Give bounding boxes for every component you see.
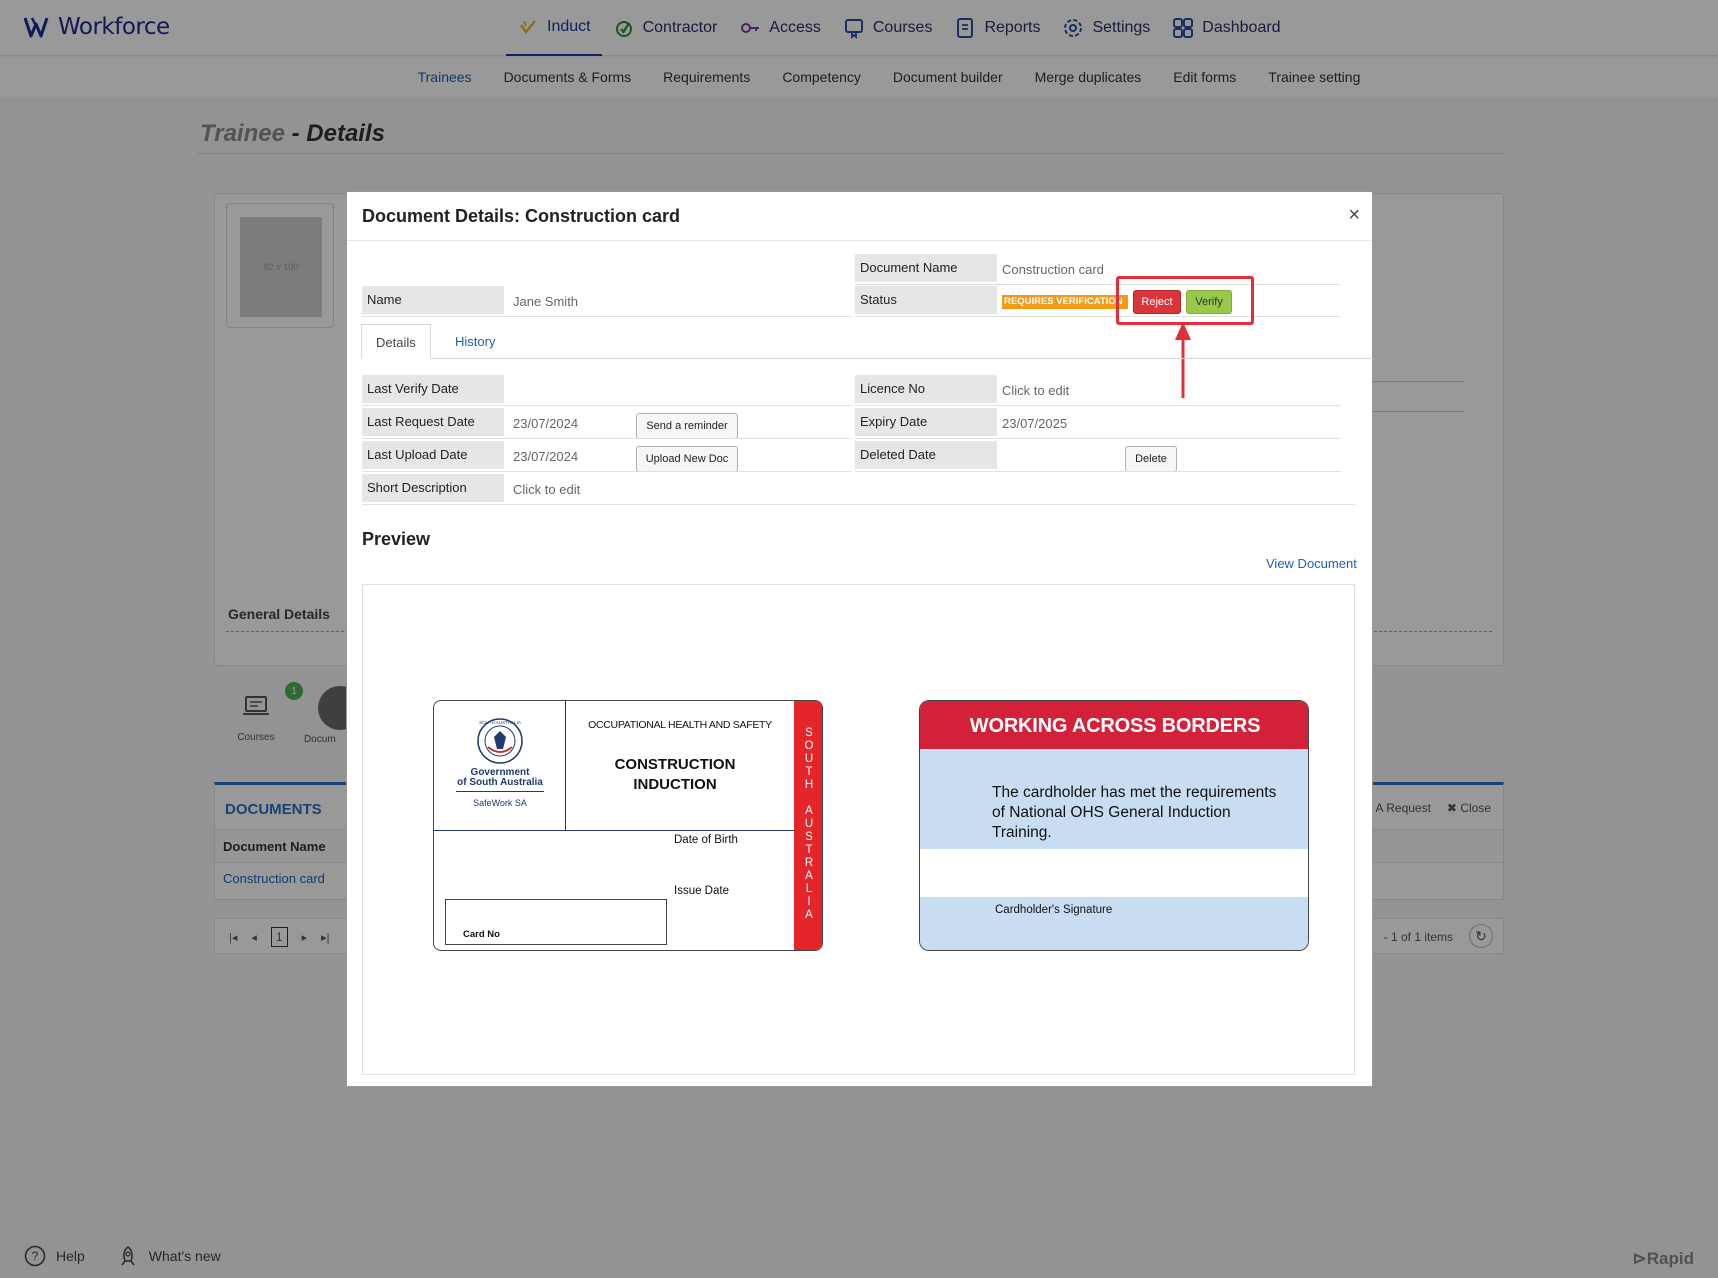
row-divider [855, 438, 1341, 439]
ohs-text: OCCUPATIONAL HEALTH AND SAFETY [588, 719, 772, 731]
vertical-letter: U [804, 753, 814, 765]
vertical-letter [794, 792, 822, 805]
row-divider [362, 316, 852, 317]
vertical-letter: O [804, 740, 814, 752]
last-request-date-label: Last Request Date [362, 408, 504, 436]
gov-sa-text: Government of South Australia [434, 768, 566, 788]
vertical-south-australia: SOUTH AUSTRALIA [794, 727, 822, 922]
document-name-value: Construction card [1002, 262, 1104, 277]
licence-no-label: Licence No [855, 375, 997, 403]
gov-divider [456, 791, 544, 792]
modal-title: Document Details: Construction card [362, 206, 681, 226]
card-front-image: SOUTH AUSTRALIA Government of South Aust… [433, 700, 823, 951]
card-back-signature-band [920, 897, 1308, 950]
send-reminder-button[interactable]: Send a reminder [636, 413, 738, 439]
document-preview: SOUTH AUSTRALIA Government of South Aust… [362, 584, 1355, 1075]
ci-line-1: CONSTRUCTION [614, 756, 736, 773]
vertical-letter: T [805, 766, 813, 778]
last-verify-date-label: Last Verify Date [362, 375, 504, 403]
expiry-date-value[interactable]: 23/07/2025 [1002, 416, 1067, 431]
card-back-text: The cardholder has met the requirements … [992, 784, 1277, 841]
deleted-date-label: Deleted Date [855, 441, 997, 469]
tab-details[interactable]: Details [361, 324, 431, 359]
row-divider [855, 284, 1341, 285]
crest-text: SOUTH AUSTRALIA [479, 720, 521, 725]
row-divider [362, 405, 852, 406]
row-divider [362, 504, 1355, 505]
dob-label: Date of Birth [674, 834, 738, 846]
modal-tabs: Details History [361, 324, 1373, 359]
vertical-letter: S [805, 831, 813, 843]
card-no-label: Card No [463, 929, 500, 940]
tab-history[interactable]: History [441, 324, 509, 359]
short-description-label: Short Description [362, 474, 504, 502]
last-upload-date-label: Last Upload Date [362, 441, 504, 469]
short-description-value[interactable]: Click to edit [513, 482, 580, 497]
vertical-letter: L [805, 883, 813, 895]
document-name-label: Document Name [855, 254, 997, 282]
safework-text: SafeWork SA [473, 798, 527, 808]
vertical-letter: A [805, 909, 813, 921]
delete-button[interactable]: Delete [1125, 446, 1177, 472]
row-divider [362, 438, 852, 439]
card-header: OCCUPATIONAL HEALTH AND SAFETY CONSTRUCT… [566, 701, 794, 831]
vertical-letter: H [804, 779, 814, 791]
construction-induction-text: CONSTRUCTION INDUCTION [566, 755, 784, 795]
vertical-letter: S [805, 727, 813, 739]
vertical-letter: A [805, 805, 813, 817]
name-label: Name [362, 286, 504, 314]
preview-heading: Preview [362, 529, 431, 549]
gov-sa-logo: SOUTH AUSTRALIA Government of South Aust… [434, 701, 566, 831]
sa-crest-icon: SOUTH AUSTRALIA [477, 718, 523, 764]
cardholder-signature-label: Cardholder's Signature [995, 904, 1113, 916]
last-upload-date-value: 23/07/2024 [513, 449, 579, 464]
view-document-link[interactable]: View Document [1266, 556, 1357, 571]
status-badge: REQUIRES VERIFICATION [1002, 295, 1128, 309]
south-australia-strip: SOUTH AUSTRALIA [794, 701, 822, 950]
card-no-box: Card No [445, 899, 667, 945]
card-back-image: WORKING ACROSS BORDERS The cardholder ha… [919, 700, 1309, 951]
upload-new-doc-button[interactable]: Upload New Doc [636, 446, 738, 472]
vertical-letter: R [804, 857, 814, 869]
vertical-letter: T [805, 844, 813, 856]
expiry-date-label: Expiry Date [855, 408, 997, 436]
close-icon[interactable]: × [1348, 204, 1360, 227]
name-value: Jane Smith [513, 294, 579, 309]
gov-line-2: of South Australia [457, 777, 543, 788]
modal-header: Document Details: Construction card × [347, 192, 1372, 241]
row-divider [855, 405, 1341, 406]
document-details-modal: Document Details: Construction card × Do… [346, 191, 1373, 1087]
row-divider [855, 471, 1341, 472]
licence-no-value[interactable]: Click to edit [1002, 383, 1069, 398]
vertical-letter: U [804, 818, 814, 830]
card-back-heading: WORKING ACROSS BORDERS [920, 701, 1308, 749]
issue-date-label: Issue Date [674, 885, 729, 897]
vertical-letter: I [807, 896, 811, 908]
row-divider [855, 316, 1341, 317]
vertical-letter: A [805, 870, 813, 882]
row-divider [362, 471, 852, 472]
status-label: Status [855, 286, 997, 314]
last-request-date-value: 23/07/2024 [513, 416, 579, 431]
ci-line-2: INDUCTION [633, 776, 717, 793]
